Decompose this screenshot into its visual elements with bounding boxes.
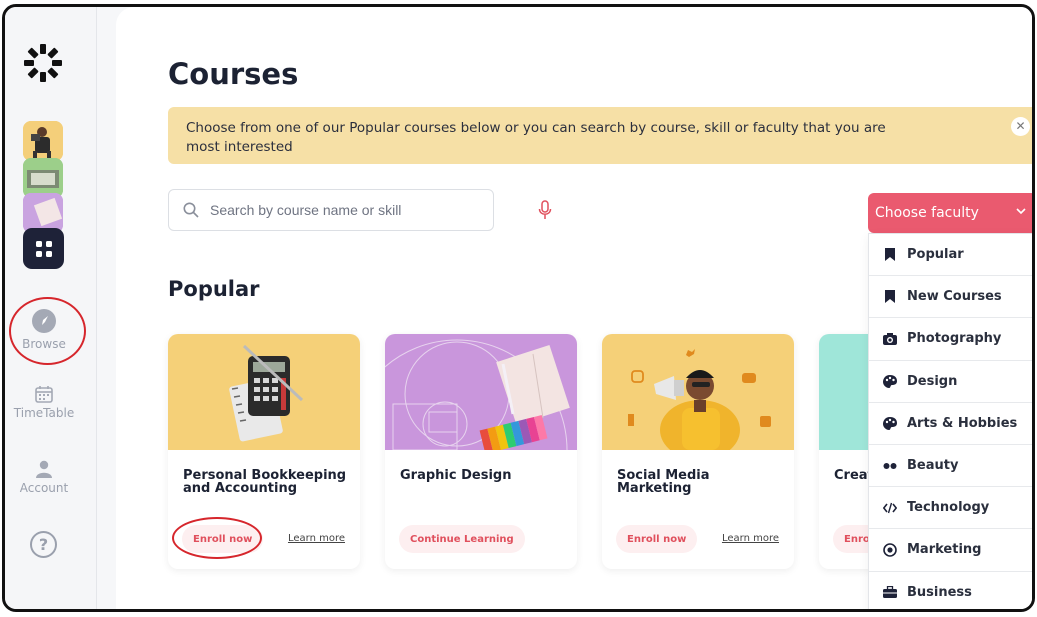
help-icon: ? [38, 535, 49, 554]
faculty-item-label: Photography [907, 331, 1002, 347]
info-banner: Choose from one of our Popular courses b… [168, 107, 1032, 164]
close-icon[interactable]: ✕ [1011, 117, 1030, 136]
faculty-dropdown[interactable]: Choose faculty [868, 193, 1032, 233]
nav-timetable-label: TimeTable [13, 406, 75, 420]
faculty-item-label: Arts & Hobbies [907, 415, 1018, 431]
faculty-item-beauty[interactable]: Beauty [869, 445, 1032, 488]
microphone-icon[interactable] [538, 200, 552, 220]
learn-more-link[interactable]: Learn more [722, 533, 779, 544]
nav-account-label: Account [19, 481, 69, 495]
faculty-dropdown-label: Choose faculty [875, 205, 979, 221]
faculty-item-label: Beauty [907, 458, 959, 474]
palette-icon [883, 374, 897, 388]
faculty-item-label: New Courses [907, 289, 1002, 305]
course-image [385, 334, 577, 450]
search-icon [183, 202, 199, 218]
faculty-item-photography[interactable]: Photography [869, 318, 1032, 361]
code-icon [883, 501, 897, 515]
grid-icon [35, 240, 52, 257]
faculty-item-marketing[interactable]: Marketing [869, 529, 1032, 572]
camera-icon [883, 332, 897, 346]
chevron-down-icon [1016, 208, 1026, 215]
faculty-item-label: Popular [907, 247, 964, 263]
palette-icon [883, 416, 897, 430]
section-title-popular: Popular [168, 277, 260, 301]
help-button[interactable]: ? [30, 531, 57, 558]
course-card[interactable]: Graphic Design Continue Learning [385, 334, 577, 569]
sidebar: Browse TimeTable Account ? [5, 7, 97, 609]
faculty-item-new-courses[interactable]: New Courses [869, 276, 1032, 319]
bookmark-icon [883, 290, 897, 304]
search-input[interactable] [210, 202, 470, 218]
course-title: Personal Bookkeeping and Accounting [183, 468, 347, 496]
calendar-icon [35, 386, 53, 403]
faculty-item-design[interactable]: Design [869, 361, 1032, 403]
course-card[interactable]: Social Media Marketing Enroll now Learn … [602, 334, 794, 569]
nav-account[interactable]: Account [5, 460, 83, 495]
user-icon [36, 460, 52, 478]
continue-learning-button[interactable]: Continue Learning [399, 525, 525, 553]
apps-grid-button[interactable] [23, 228, 64, 269]
brand-logo-icon[interactable] [23, 43, 63, 83]
faculty-item-label: Technology [907, 500, 990, 516]
enroll-button[interactable]: Enroll now [182, 525, 264, 553]
search-box[interactable] [168, 189, 494, 231]
nav-timetable[interactable]: TimeTable [5, 385, 83, 420]
course-card[interactable]: Personal Bookkeeping and Accounting Enro… [168, 334, 360, 569]
faculty-item-business[interactable]: Business [869, 572, 1032, 610]
nav-browse-label: Browse [22, 337, 66, 351]
enroll-button[interactable]: Enroll now [616, 525, 698, 553]
bookmark-icon [883, 248, 897, 262]
recent-course-thumbnail[interactable] [23, 193, 63, 233]
faculty-menu: Popular New Courses Photography Design A… [868, 233, 1032, 610]
faculty-item-label: Design [907, 373, 958, 389]
faculty-item-popular[interactable]: Popular [869, 234, 1032, 277]
course-title: Social Media Marketing [617, 468, 710, 496]
course-image [168, 334, 360, 450]
app-window: Browse TimeTable Account ? Courses Choos… [2, 4, 1035, 612]
dots-icon [883, 459, 897, 473]
course-image [602, 334, 794, 450]
recent-course-thumbnail[interactable] [23, 158, 63, 198]
target-icon [883, 543, 897, 557]
page-title: Courses [168, 57, 299, 91]
faculty-item-arts-hobbies[interactable]: Arts & Hobbies [869, 403, 1032, 445]
banner-text: Choose from one of our Popular courses b… [186, 120, 886, 155]
compass-icon [32, 309, 56, 333]
faculty-item-label: Business [907, 584, 972, 600]
course-title: Graphic Design [400, 468, 512, 483]
recent-course-thumbnail[interactable] [23, 121, 63, 161]
briefcase-icon [883, 585, 897, 599]
faculty-item-technology[interactable]: Technology [869, 487, 1032, 530]
faculty-item-label: Marketing [907, 542, 982, 558]
learn-more-link[interactable]: Learn more [288, 533, 345, 544]
nav-browse[interactable]: Browse [5, 308, 83, 351]
